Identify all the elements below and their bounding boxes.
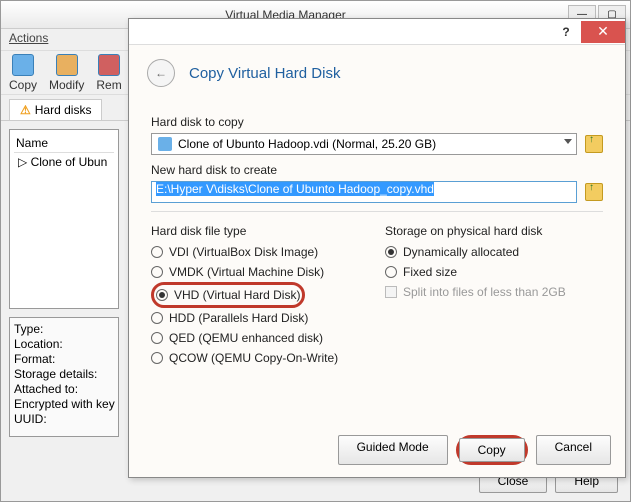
tab-label: Hard disks — [35, 103, 92, 117]
copy-highlight-circle: Copy — [456, 435, 528, 465]
storage-label: Storage on physical hard disk — [385, 224, 603, 238]
detail-encrypted: Encrypted with key — [14, 397, 114, 412]
remove-tool-label: Rem — [96, 78, 121, 92]
wizard-help-button[interactable]: ? — [551, 21, 581, 43]
disk-icon — [158, 137, 172, 151]
remove-tool-button[interactable]: Rem — [96, 54, 121, 92]
cancel-button[interactable]: Cancel — [536, 435, 611, 465]
detail-attached: Attached to: — [14, 382, 114, 397]
vhd-highlight-circle: VHD (Virtual Hard Disk) — [151, 282, 305, 308]
radio-icon — [385, 266, 397, 278]
chevron-down-icon — [564, 139, 572, 144]
radio-qcow[interactable]: QCOW (QEMU Copy-On-Write) — [151, 348, 369, 368]
list-item[interactable]: ▷ Clone of Ubun — [14, 153, 114, 171]
browse-dest-button[interactable] — [585, 183, 603, 201]
guided-mode-button[interactable]: Guided Mode — [338, 435, 448, 465]
source-row: Clone of Ubunto Hadoop.vdi (Normal, 25.2… — [151, 133, 603, 155]
radio-vhd[interactable]: VHD (Virtual Hard Disk) — [156, 285, 300, 305]
list-header: Name — [14, 134, 114, 153]
new-disk-path-input[interactable]: E:\Hyper V\disks\Clone of Ubunto Hadoop_… — [151, 181, 577, 203]
detail-location: Location: — [14, 337, 114, 352]
hard-disks-tab[interactable]: ⚠ Hard disks — [9, 99, 102, 120]
remove-icon — [98, 54, 120, 76]
radio-dynamic[interactable]: Dynamically allocated — [385, 242, 603, 262]
source-disk-value: Clone of Ubunto Hadoop.vdi (Normal, 25.2… — [178, 137, 436, 151]
source-label: Hard disk to copy — [151, 115, 603, 129]
back-button[interactable]: ← — [147, 59, 175, 87]
wizard-titlebar: ? ✕ — [129, 19, 625, 45]
radio-icon — [151, 246, 163, 258]
detail-panel: Type: Location: Format: Storage details:… — [9, 317, 119, 437]
wizard-title: Copy Virtual Hard Disk — [189, 65, 340, 82]
radio-vmdk[interactable]: VMDK (Virtual Machine Disk) — [151, 262, 369, 282]
source-disk-combo[interactable]: Clone of Ubunto Hadoop.vdi (Normal, 25.2… — [151, 133, 577, 155]
radio-vdi[interactable]: VDI (VirtualBox Disk Image) — [151, 242, 369, 262]
newdisk-label: New hard disk to create — [151, 163, 603, 177]
detail-uuid: UUID: — [14, 412, 114, 427]
detail-format: Format: — [14, 352, 114, 367]
copy-icon — [12, 54, 34, 76]
disk-list[interactable]: Name ▷ Clone of Ubun — [9, 129, 119, 309]
radio-hdd[interactable]: HDD (Parallels Hard Disk) — [151, 308, 369, 328]
new-disk-path-value: E:\Hyper V\disks\Clone of Ubunto Hadoop_… — [156, 182, 434, 196]
radio-icon — [151, 332, 163, 344]
options-columns: Hard disk file type VDI (VirtualBox Disk… — [151, 216, 603, 368]
warning-icon: ⚠ — [20, 103, 31, 117]
detail-type: Type: — [14, 322, 114, 337]
modify-tool-label: Modify — [49, 78, 84, 92]
radio-icon — [151, 266, 163, 278]
copy-tool-button[interactable]: Copy — [9, 54, 37, 92]
detail-storage: Storage details: — [14, 367, 114, 382]
check-split: Split into files of less than 2GB — [385, 282, 603, 302]
wizard-header: ← Copy Virtual Hard Disk — [129, 45, 625, 101]
wizard-body: Hard disk to copy Clone of Ubunto Hadoop… — [129, 101, 625, 374]
checkbox-icon — [385, 286, 397, 298]
radio-icon — [156, 289, 168, 301]
browse-source-button[interactable] — [585, 135, 603, 153]
radio-icon — [151, 352, 163, 364]
copy-tool-label: Copy — [9, 78, 37, 92]
radio-qed[interactable]: QED (QEMU enhanced disk) — [151, 328, 369, 348]
file-type-label: Hard disk file type — [151, 224, 369, 238]
radio-fixed[interactable]: Fixed size — [385, 262, 603, 282]
wizard-close-button[interactable]: ✕ — [581, 21, 625, 43]
file-type-group: Hard disk file type VDI (VirtualBox Disk… — [151, 216, 369, 368]
modify-icon — [56, 54, 78, 76]
radio-icon — [151, 312, 163, 324]
copy-wizard-dialog: ? ✕ ← Copy Virtual Hard Disk Hard disk t… — [128, 18, 626, 478]
radio-icon — [385, 246, 397, 258]
left-panel: Name ▷ Clone of Ubun Type: Location: For… — [9, 129, 119, 493]
storage-group: Storage on physical hard disk Dynamicall… — [385, 216, 603, 368]
copy-button[interactable]: Copy — [459, 438, 525, 462]
divider — [151, 211, 603, 212]
modify-tool-button[interactable]: Modify — [49, 54, 84, 92]
newdisk-row: E:\Hyper V\disks\Clone of Ubunto Hadoop_… — [151, 181, 603, 203]
wizard-button-bar: Guided Mode Copy Cancel — [338, 435, 611, 465]
